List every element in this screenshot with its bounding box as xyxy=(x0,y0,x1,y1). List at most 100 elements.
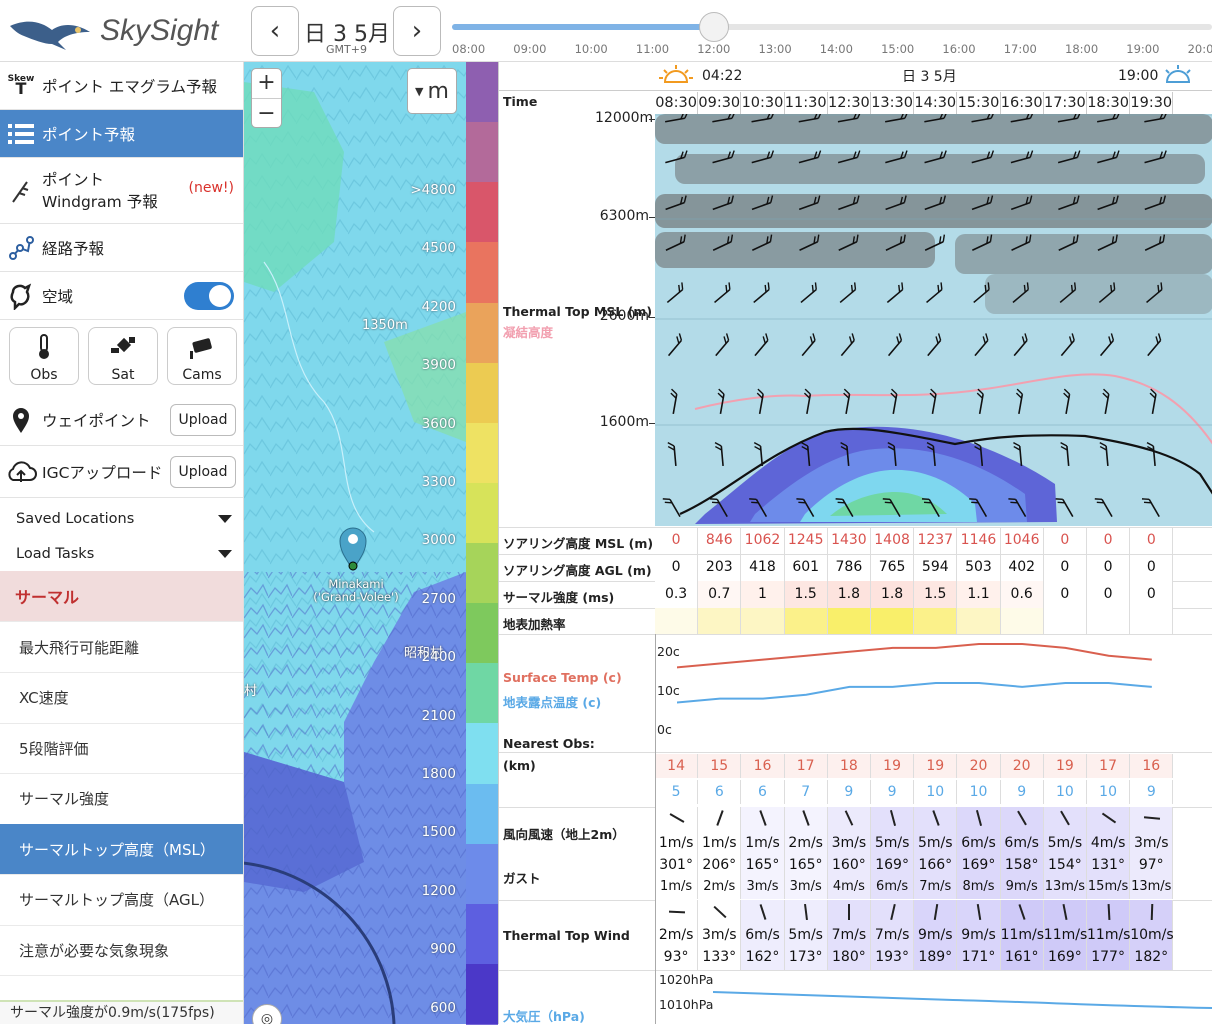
wind-dir-cell: 158° xyxy=(1001,854,1044,876)
unit-selector[interactable]: ▼ m xyxy=(407,68,457,114)
ttw-dir-cell: 193° xyxy=(871,946,915,968)
cloud-upload-icon xyxy=(0,460,42,484)
scale-label: 1200 xyxy=(421,882,456,899)
sat-tile-button[interactable]: Sat xyxy=(88,327,158,385)
wind-dir-cell: 154° xyxy=(1044,854,1087,876)
obs-tile-button[interactable]: Obs xyxy=(9,327,79,385)
ttw-dir-cell: 177° xyxy=(1087,946,1131,968)
scale-label: 3600 xyxy=(421,415,456,432)
unit-label: m xyxy=(427,78,449,104)
load-tasks-label: Load Tasks xyxy=(16,546,95,562)
surface-heating-label: 地表加熱率 xyxy=(503,617,566,632)
waypoint-label: ウェイポイント xyxy=(42,411,151,430)
layer-item[interactable]: サーマルトップ高度（MSL） xyxy=(0,824,243,875)
load-tasks-dropdown[interactable]: Load Tasks xyxy=(0,537,243,571)
scale-label: 1800 xyxy=(421,766,456,782)
ttw-speed-cell: 2m/s xyxy=(655,924,699,946)
next-day-button[interactable]: › xyxy=(393,6,441,56)
cams-tile-button[interactable]: Cams xyxy=(167,327,237,385)
layer-item[interactable]: 5段階評価 xyxy=(0,723,243,774)
map[interactable]: + − ▼ m 1350m 昭和村 村 Minakami ('Grand-Vole… xyxy=(244,62,466,1024)
ttw-dir-cell: 162° xyxy=(741,946,785,968)
timeline-tick: 18:00 xyxy=(1065,42,1099,56)
scale-label: 3000 xyxy=(421,532,456,549)
windgram-icon xyxy=(0,178,42,204)
row-divider xyxy=(499,634,1212,635)
pressure-axis-label: 1010hPa xyxy=(659,997,714,1012)
thermal-section-header[interactable]: サーマル xyxy=(0,571,243,622)
timeline-tick: 20:00 xyxy=(1187,42,1212,56)
zoom-in-button[interactable]: + xyxy=(257,68,275,98)
time-cell: 18:30 xyxy=(1087,92,1131,114)
surface-heating-cell xyxy=(784,608,828,634)
thermal-strength-cell: 1.1 xyxy=(957,581,1001,608)
sidebar: Skew T ポイント エマグラム予報 ポイント予報 ポイント Windgram … xyxy=(0,62,244,1024)
legend-swatch xyxy=(466,903,498,965)
sunset-icon xyxy=(1165,65,1191,83)
wind-speed-cell: 1m/s xyxy=(698,832,742,854)
igc-upload-button[interactable]: Upload xyxy=(170,456,236,488)
thermal-strength-label: サーマル強度 (ms) xyxy=(503,590,615,605)
layer-item[interactable]: 注意が必要な気象現象 xyxy=(0,925,243,976)
waypoint-upload-button[interactable]: Upload xyxy=(170,404,236,436)
thermal-strength-cell: 0.6 xyxy=(1000,581,1044,608)
nearest-obs-label: Nearest Obs: xyxy=(503,736,595,751)
soaring-agl-cell: 0 xyxy=(655,554,699,581)
wind-dir-cell: 301° xyxy=(655,854,699,876)
soaring-agl-cell: 503 xyxy=(957,554,1001,581)
thermal-strength-cell: 1.5 xyxy=(784,581,828,608)
top-bar: SkySight ‹ 日 3 5月 GMT+9 › 08:00 09:00 10:0… xyxy=(0,0,1212,62)
soaring-msl-cell: 1430 xyxy=(828,527,871,554)
sidebar-item-point-forecast[interactable]: ポイント予報 xyxy=(0,110,243,158)
airspace-icon xyxy=(0,282,42,310)
sidebar-item-label: 経路予報 xyxy=(42,239,105,258)
time-slider-handle[interactable] xyxy=(699,12,730,42)
legend-swatch xyxy=(466,482,498,544)
timeline-tick: 12:00 xyxy=(697,42,731,56)
airspace-toggle[interactable] xyxy=(184,282,234,310)
scale-label: 600 xyxy=(430,999,456,1016)
soaring-agl-cell: 594 xyxy=(914,554,958,581)
dewpoint-cell: 7 xyxy=(785,780,828,804)
ttw-dir-cell: 133° xyxy=(698,946,742,968)
saved-locations-dropdown[interactable]: Saved Locations xyxy=(0,502,243,536)
zoom-out-button[interactable]: − xyxy=(252,98,281,128)
legend-swatch xyxy=(466,603,498,665)
sidebar-item-emagram[interactable]: Skew T ポイント エマグラム予報 xyxy=(0,62,243,110)
temp-cell: 19 xyxy=(914,754,958,778)
scale-label: 3300 xyxy=(421,474,456,490)
timeline-tick: 15:00 xyxy=(881,42,915,56)
camera-icon xyxy=(168,334,236,365)
temp-cell: 16 xyxy=(741,754,785,778)
sunset-time: 19:00 xyxy=(1118,68,1159,84)
chevron-left-icon: ‹ xyxy=(269,16,281,46)
layer-item[interactable]: XC速度 xyxy=(0,673,243,724)
time-cell: 08:30 xyxy=(655,92,699,114)
sidebar-item-windgram[interactable]: ポイント Windgram 予報 (new!) xyxy=(0,158,243,224)
caret-down-icon xyxy=(218,550,232,558)
layer-item[interactable]: 最大飛行可能距離 xyxy=(0,622,243,673)
time-cell: 19:30 xyxy=(1130,92,1174,114)
wind-label: 風向風速（地上2m） xyxy=(503,827,625,842)
time-cell: 09:30 xyxy=(698,92,742,114)
dewpoint-cell: 10 xyxy=(957,780,1001,804)
sidebar-item-route[interactable]: 経路予報 xyxy=(0,224,243,272)
time-cell: 16:30 xyxy=(1001,92,1044,114)
ttw-dir-cell: 189° xyxy=(914,946,958,968)
surface-heating-cell xyxy=(1130,608,1174,634)
layer-item[interactable]: サーマル強度 xyxy=(0,774,243,825)
soaring-agl-cell: 786 xyxy=(828,554,871,581)
temp-cell: 14 xyxy=(655,754,699,778)
dewpoint-cell: 10 xyxy=(914,780,958,804)
layer-item[interactable]: サーマルトップ高度（AGL） xyxy=(0,875,243,926)
wind-speed-cell: 1m/s xyxy=(741,832,785,854)
location-pin-icon[interactable] xyxy=(338,526,368,572)
legend-swatch xyxy=(466,783,498,845)
thermal-strength-cell: 0 xyxy=(1130,581,1174,608)
prev-day-button[interactable]: ‹ xyxy=(251,6,299,56)
dewpoint-cell: 10 xyxy=(1087,780,1131,804)
sidebar-item-airspace[interactable]: 空域 xyxy=(0,272,243,320)
tile-label: Obs xyxy=(30,367,58,383)
wind-dir-cell: 131° xyxy=(1087,854,1131,876)
pin-label: Minakami ('Grand-Volee') xyxy=(306,578,406,604)
